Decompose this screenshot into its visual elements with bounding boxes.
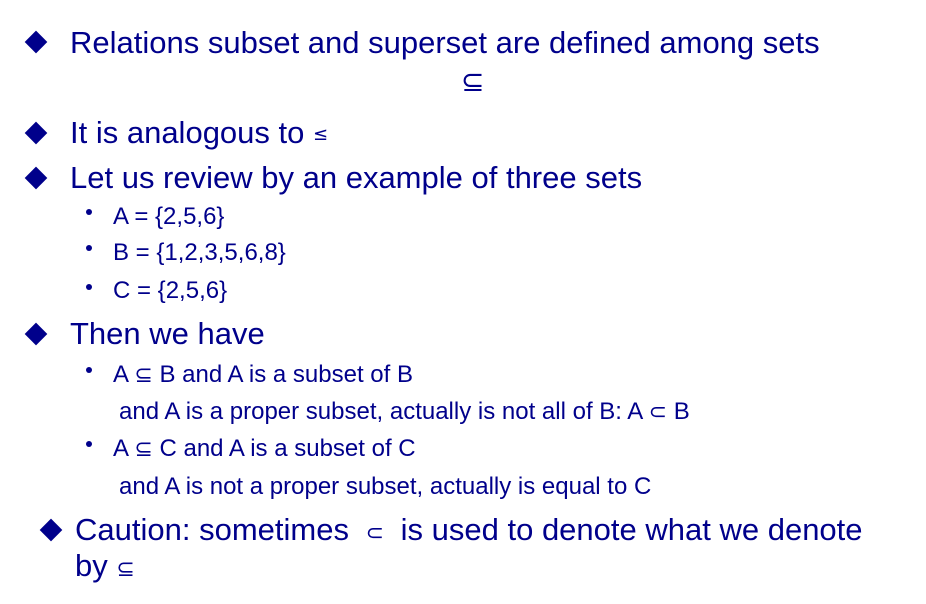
proper-subset-statement: and A is a proper subset, actually is no…	[119, 398, 642, 425]
bullet-diamond-icon	[24, 166, 48, 190]
bullet-1-text: Relations subset and superset are define…	[70, 25, 820, 60]
less-equal-symbol: ≤	[313, 124, 329, 145]
bullet-2-label: It is analogous to	[70, 115, 305, 150]
proper-subset-symbol: ⊂	[365, 521, 385, 546]
sub-bullet-dot-icon	[86, 245, 92, 251]
sub-bullet-dot-icon	[86, 209, 92, 215]
bullet-2-text: It is analogous to ≤	[70, 115, 328, 153]
set-b-label: B	[673, 398, 690, 425]
subseteq-symbol: ⊆	[461, 65, 485, 98]
a-subset-c-statement: C and A is a subset of C	[159, 435, 416, 462]
set-b-definition: B = {1,2,3,5,6,8}	[113, 239, 286, 266]
set-a-label: A	[113, 361, 128, 388]
sub-bullet-dot-icon	[86, 367, 92, 373]
set-a-label: A	[113, 435, 128, 462]
sub-bullet-dot-icon	[86, 441, 92, 447]
proper-subset-symbol: ⊂	[648, 400, 668, 425]
bullet-diamond-icon	[24, 322, 48, 346]
subseteq-symbol: ⊆	[134, 363, 153, 388]
bullet-4-text: Then we have	[70, 316, 265, 351]
caution-pre: Caution: sometimes	[75, 512, 349, 547]
not-proper-subset-line: and A is not a proper subset, actually i…	[119, 473, 652, 500]
a-subset-b-statement: B and A is a subset of B	[159, 361, 413, 388]
set-c-definition: C = {2,5,6}	[113, 277, 228, 304]
proper-subset-line: and A is a proper subset, actually is no…	[119, 398, 690, 427]
caution-post: is used to denote what we denote	[400, 512, 863, 547]
caution-by: by	[75, 548, 108, 583]
bullet-5-text: Caution: sometimes ⊂ is used to denote w…	[75, 512, 863, 552]
bullet-5-continuation: by ⊆	[75, 548, 135, 588]
a-subseteq-b-line: A ⊆ B and A is a subset of B	[113, 361, 413, 390]
bullet-diamond-icon	[24, 30, 48, 54]
subseteq-symbol: ⊆	[116, 557, 135, 582]
subseteq-symbol: ⊆	[134, 437, 153, 462]
bullet-diamond-icon	[24, 121, 48, 145]
bullet-diamond-icon	[39, 518, 63, 542]
sub-bullet-dot-icon	[86, 284, 92, 290]
set-a-definition: A = {2,5,6}	[113, 203, 225, 230]
a-subseteq-c-line: A ⊆ C and A is a subset of C	[113, 435, 416, 464]
bullet-3-text: Let us review by an example of three set…	[70, 160, 643, 195]
